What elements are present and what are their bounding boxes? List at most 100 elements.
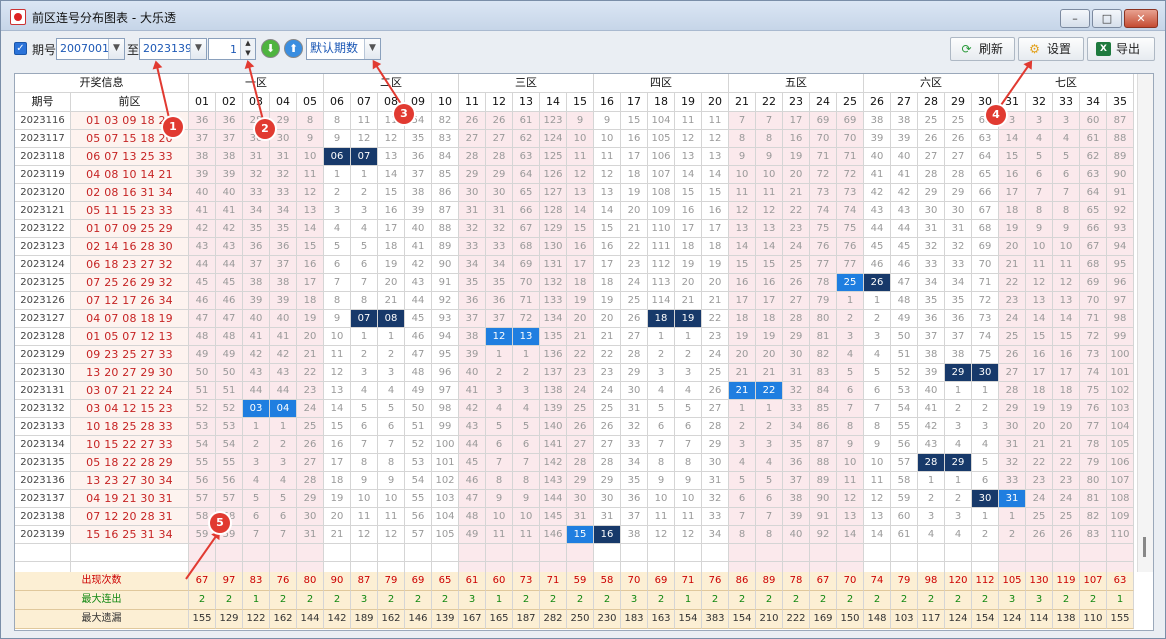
miss-cell: 9 bbox=[1053, 220, 1080, 238]
miss-cell: 23 bbox=[783, 220, 810, 238]
step-spinner[interactable]: 1 ▲ ▼ bbox=[208, 38, 256, 60]
miss-cell: 108 bbox=[1107, 490, 1134, 508]
miss-cell: 29 bbox=[945, 184, 972, 202]
up-arrow-icon[interactable]: ⬆ bbox=[284, 39, 303, 58]
stat-value: 78 bbox=[783, 572, 810, 591]
miss-cell: 12 bbox=[1026, 274, 1053, 292]
stat-value: 129 bbox=[216, 610, 243, 629]
miss-cell: 46 bbox=[459, 472, 486, 490]
miss-cell: 7 bbox=[864, 400, 891, 418]
miss-cell: 74 bbox=[1080, 364, 1107, 382]
miss-cell: 143 bbox=[540, 472, 567, 490]
miss-cell: 20 bbox=[675, 274, 702, 292]
export-button[interactable]: X 导出 bbox=[1087, 37, 1155, 61]
miss-cell: 20 bbox=[378, 274, 405, 292]
miss-cell: 47 bbox=[459, 490, 486, 508]
row-issue: 2023123 bbox=[15, 238, 71, 256]
row-front-numbers: 07 12 20 28 31 bbox=[71, 508, 189, 526]
miss-cell: 43 bbox=[459, 418, 486, 436]
miss-cell: 15 bbox=[675, 184, 702, 202]
stat-value: 138 bbox=[1053, 610, 1080, 629]
miss-cell: 4 bbox=[864, 346, 891, 364]
miss-cell: 10 bbox=[1026, 238, 1053, 256]
miss-cell: 132 bbox=[540, 274, 567, 292]
miss-cell: 6 bbox=[351, 418, 378, 436]
stat-value: 3 bbox=[459, 591, 486, 610]
miss-cell: 3 bbox=[945, 508, 972, 526]
miss-cell: 15 bbox=[999, 148, 1026, 166]
miss-cell: 18 bbox=[999, 202, 1026, 220]
miss-cell: 11 bbox=[756, 184, 783, 202]
miss-cell: 33 bbox=[270, 184, 297, 202]
miss-cell: 15 bbox=[567, 220, 594, 238]
miss-cell: 13 bbox=[1053, 292, 1080, 310]
miss-cell: 64 bbox=[1080, 184, 1107, 202]
stat-value: 2 bbox=[1080, 591, 1107, 610]
chevron-down-icon[interactable]: ▼ bbox=[108, 39, 124, 59]
chevron-down-icon[interactable]: ▼ bbox=[190, 39, 206, 59]
vertical-scrollbar[interactable] bbox=[1137, 74, 1153, 572]
miss-cell: 7 bbox=[756, 508, 783, 526]
miss-cell: 89 bbox=[1107, 148, 1134, 166]
refresh-button[interactable]: ⟳ 刷新 bbox=[950, 37, 1015, 61]
close-button[interactable]: ✕ bbox=[1124, 9, 1158, 28]
miss-cell: 12 bbox=[567, 166, 594, 184]
miss-cell: 19 bbox=[567, 292, 594, 310]
miss-cell: 110 bbox=[1107, 526, 1134, 544]
period-combo[interactable]: 默认期数 ▼ bbox=[306, 38, 381, 60]
spin-up-icon[interactable]: ▲ bbox=[240, 39, 255, 49]
miss-cell: 61 bbox=[1080, 130, 1107, 148]
miss-cell: 45 bbox=[189, 274, 216, 292]
miss-cell: 51 bbox=[891, 346, 918, 364]
chevron-down-icon[interactable]: ▼ bbox=[364, 39, 380, 59]
miss-cell: 46 bbox=[216, 292, 243, 310]
row-issue: 2023136 bbox=[15, 472, 71, 490]
miss-cell: 45 bbox=[405, 310, 432, 328]
miss-cell: 12 bbox=[351, 526, 378, 544]
stat-value: 3 bbox=[1026, 591, 1053, 610]
stat-value: 250 bbox=[567, 610, 594, 629]
miss-cell: 15 bbox=[702, 184, 729, 202]
row-issue: 2023138 bbox=[15, 508, 71, 526]
miss-cell: 13 bbox=[702, 148, 729, 166]
annotation-badge: 2 bbox=[255, 119, 275, 139]
miss-cell: 30 bbox=[783, 346, 810, 364]
stat-value: 70 bbox=[621, 572, 648, 591]
hit-cell: 07 bbox=[351, 310, 378, 328]
miss-cell: 9 bbox=[756, 148, 783, 166]
to-issue-combo[interactable]: 2023139 ▼ bbox=[139, 38, 207, 60]
miss-cell: 9 bbox=[648, 472, 675, 490]
row-issue: 2023118 bbox=[15, 148, 71, 166]
miss-cell: 6 bbox=[1053, 166, 1080, 184]
row-front-numbers: 10 18 25 28 33 bbox=[71, 418, 189, 436]
minimize-button[interactable]: – bbox=[1060, 9, 1090, 28]
from-issue-combo[interactable]: 2007001 ▼ bbox=[56, 38, 125, 60]
issue-checkbox[interactable]: ✓ bbox=[14, 42, 27, 55]
stat-value: 142 bbox=[324, 610, 351, 629]
miss-cell: 6 bbox=[675, 418, 702, 436]
number-column-header: 34 bbox=[1080, 93, 1107, 112]
miss-cell: 15 bbox=[594, 220, 621, 238]
miss-cell: 139 bbox=[540, 400, 567, 418]
miss-cell: 16 bbox=[297, 256, 324, 274]
miss-cell: 94 bbox=[1107, 238, 1134, 256]
row-issue: 2023128 bbox=[15, 328, 71, 346]
down-arrow-icon[interactable]: ⬇ bbox=[261, 39, 280, 58]
miss-cell: 11 bbox=[297, 166, 324, 184]
refresh-label: 刷新 bbox=[979, 42, 1004, 56]
miss-cell: 41 bbox=[405, 238, 432, 256]
miss-cell: 39 bbox=[783, 508, 810, 526]
miss-cell: 57 bbox=[216, 490, 243, 508]
scroll-thumb[interactable] bbox=[1143, 537, 1146, 557]
miss-cell: 74 bbox=[837, 202, 864, 220]
miss-cell: 1 bbox=[675, 328, 702, 346]
stat-value: 71 bbox=[540, 572, 567, 591]
miss-cell: 18 bbox=[594, 274, 621, 292]
empty-cell bbox=[972, 544, 999, 562]
miss-cell: 73 bbox=[972, 310, 999, 328]
maximize-button[interactable]: □ bbox=[1092, 9, 1122, 28]
stat-label: 最大遗漏 bbox=[15, 610, 189, 629]
spin-down-icon[interactable]: ▼ bbox=[240, 49, 255, 59]
empty-cell bbox=[216, 544, 243, 562]
miss-cell: 125 bbox=[540, 148, 567, 166]
